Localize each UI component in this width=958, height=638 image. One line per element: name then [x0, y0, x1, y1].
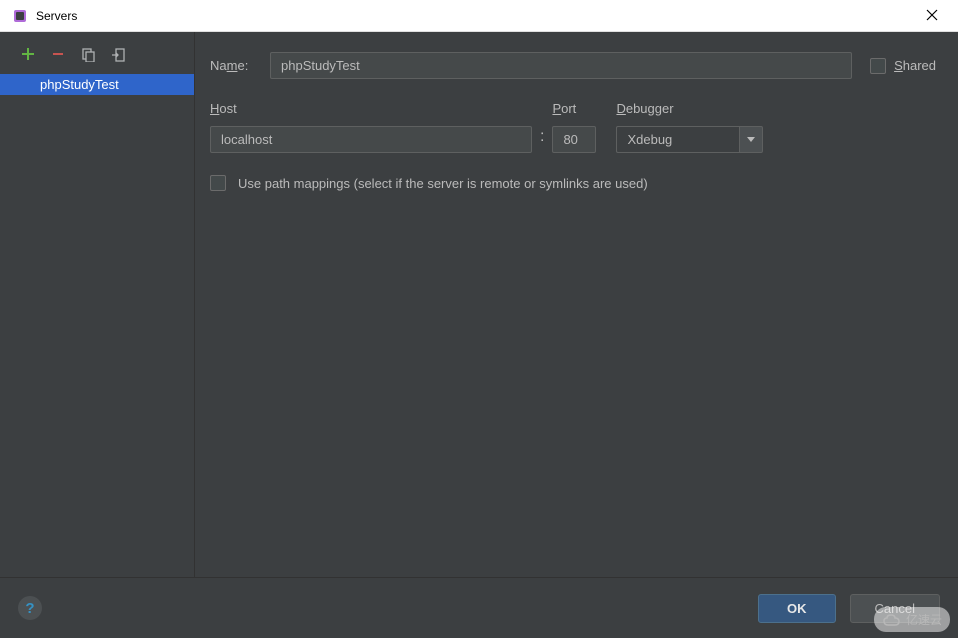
- shared-checkbox[interactable]: [870, 58, 886, 74]
- name-label: Name:: [210, 58, 270, 73]
- chevron-down-icon: [739, 126, 763, 153]
- debugger-label: Debugger: [616, 101, 763, 116]
- name-input[interactable]: [270, 52, 852, 79]
- cloud-icon: [882, 613, 902, 627]
- debugger-value: Xdebug: [616, 126, 739, 153]
- import-server-button[interactable]: [110, 46, 126, 62]
- host-group: Host: [210, 101, 532, 153]
- host-label: Host: [210, 101, 532, 116]
- remove-server-button[interactable]: [50, 46, 66, 62]
- debugger-select[interactable]: Xdebug: [616, 126, 763, 153]
- port-label: Port: [552, 101, 596, 116]
- watermark-text: 亿速云: [906, 611, 942, 628]
- host-input[interactable]: [210, 126, 532, 153]
- copy-server-button[interactable]: [80, 46, 96, 62]
- help-button[interactable]: ?: [18, 596, 42, 620]
- dialog-footer: ? OK Cancel: [0, 577, 958, 638]
- sidebar: phpStudyTest: [0, 32, 195, 577]
- dialog-body: phpStudyTest Name: Shared Host : Port D: [0, 32, 958, 577]
- name-row: Name: Shared: [210, 52, 936, 79]
- ok-button[interactable]: OK: [758, 594, 836, 623]
- connection-row: Host : Port Debugger Xdebug: [210, 101, 936, 153]
- shared-group: Shared: [870, 58, 936, 74]
- add-server-button[interactable]: [20, 46, 36, 62]
- server-toolbar: [0, 46, 194, 72]
- path-mappings-label: Use path mappings (select if the server …: [238, 176, 648, 191]
- path-mappings-checkbox[interactable]: [210, 175, 226, 191]
- close-button[interactable]: [918, 4, 946, 28]
- app-icon: [12, 8, 28, 24]
- server-list: phpStudyTest: [0, 72, 194, 95]
- shared-label: Shared: [894, 58, 936, 73]
- debugger-group: Debugger Xdebug: [616, 101, 763, 153]
- window-title: Servers: [36, 9, 77, 23]
- mappings-row: Use path mappings (select if the server …: [210, 175, 936, 191]
- port-group: Port: [552, 101, 596, 153]
- title-bar: Servers: [0, 0, 958, 32]
- watermark: 亿速云: [874, 607, 950, 632]
- form-panel: Name: Shared Host : Port Debugger Xdebug: [195, 32, 958, 577]
- port-input[interactable]: [552, 126, 596, 153]
- server-list-item[interactable]: phpStudyTest: [0, 74, 194, 95]
- host-port-separator: :: [540, 128, 544, 153]
